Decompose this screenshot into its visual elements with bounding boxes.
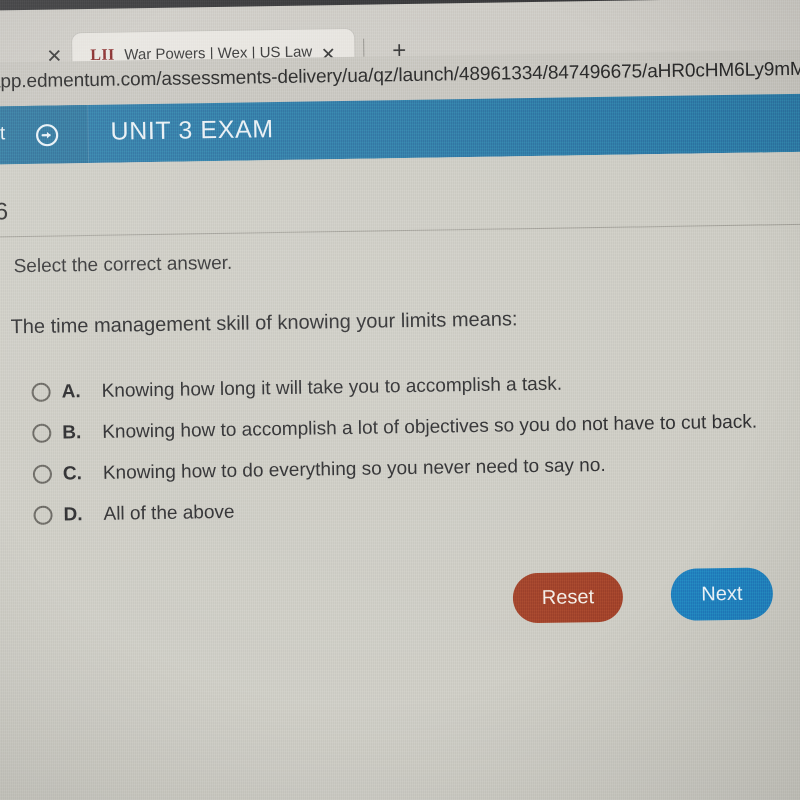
radio-button-b[interactable] (32, 423, 52, 443)
next-button[interactable]: Next (670, 567, 774, 621)
answer-letter-a: A. (61, 380, 81, 402)
answer-letter-c: C. (62, 462, 83, 484)
question-instruction: Select the correct answer. (13, 252, 233, 278)
answer-text-a: Knowing how long it will take you to acc… (101, 373, 563, 402)
screen-photo: ✕ LII War Powers | Wex | US Law | LII ✕ … (0, 0, 800, 800)
exam-title: UNIT 3 EXAM (110, 115, 274, 146)
browser-window: ✕ LII War Powers | Wex | US Law | LII ✕ … (0, 0, 800, 800)
question-prompt: The time management skill of knowing you… (10, 308, 518, 339)
question-number: 6 (0, 198, 9, 226)
radio-button-c[interactable] (32, 464, 53, 484)
address-bar-url: .app.edmentum.com/assessments-delivery/u… (0, 58, 800, 93)
answer-choice-list: A. Knowing how long it will take you to … (31, 359, 800, 536)
radio-button-d[interactable] (33, 505, 53, 525)
question-panel: 6 Select the correct answer. The time ma… (0, 151, 800, 800)
header-next-section[interactable]: lext (0, 105, 90, 165)
radio-button-a[interactable] (31, 382, 51, 402)
answer-text-d: All of the above (103, 501, 235, 525)
header-next-label: lext (0, 123, 6, 145)
answer-letter-d: D. (63, 503, 83, 525)
answer-text-c: Knowing how to do everything so you neve… (102, 454, 606, 484)
answer-text-b: Knowing how to accomplish a lot of objec… (102, 411, 758, 443)
section-divider (0, 223, 800, 238)
answer-letter-b: B. (62, 421, 82, 443)
reset-button[interactable]: Reset (512, 571, 624, 624)
arrow-right-circle-icon[interactable] (35, 123, 59, 147)
